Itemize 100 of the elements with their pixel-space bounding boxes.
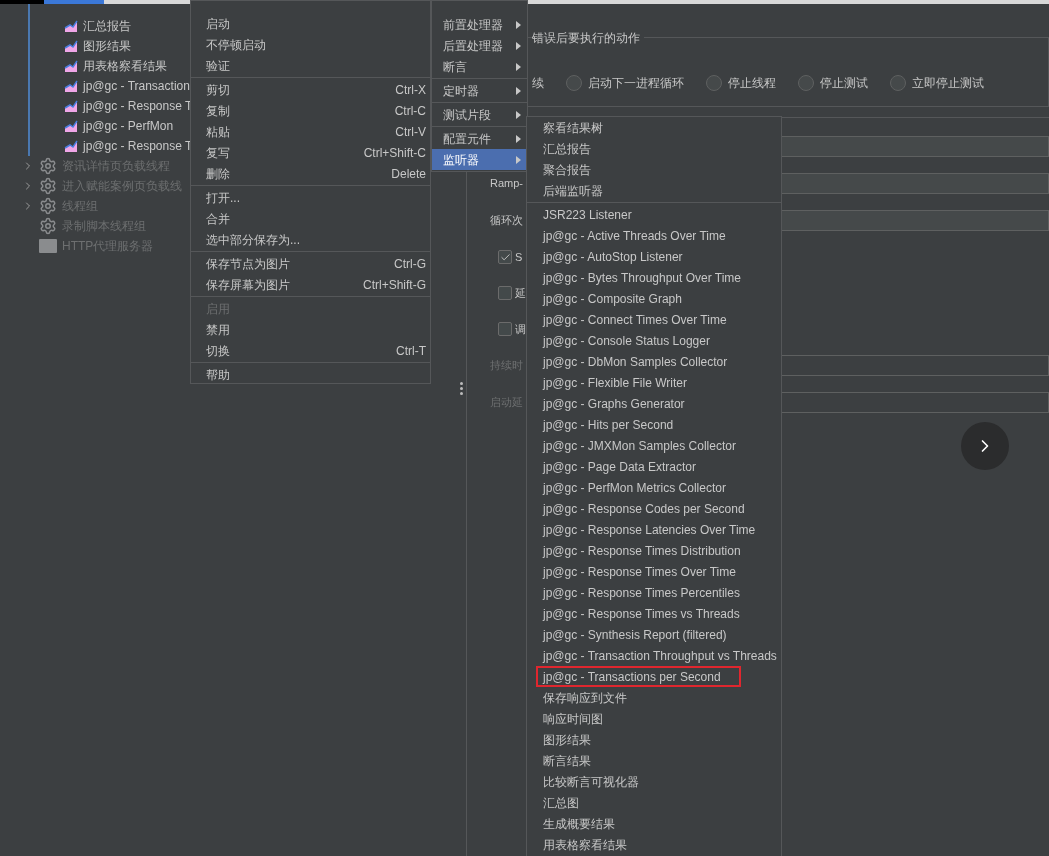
chart-icon — [64, 19, 78, 33]
checkbox-label: S — [515, 249, 523, 265]
gear-icon — [39, 217, 57, 235]
menu-item[interactable]: JSR223 Listener — [536, 204, 639, 225]
menu-item[interactable]: jp@gc - Bytes Throughput Over Time — [536, 267, 749, 288]
menu-item[interactable]: jp@gc - Console Status Logger — [536, 330, 717, 351]
menu-item[interactable]: 聚合报告 — [536, 159, 598, 180]
chart-icon — [64, 59, 78, 73]
menu-item[interactable]: 保存响应到文件 — [536, 687, 634, 708]
menu-item[interactable]: 粘贴 Ctrl-V — [191, 121, 430, 142]
submenu-item[interactable]: 测试片段 — [432, 104, 527, 125]
submenu-arrow-icon — [516, 110, 521, 119]
menu-item[interactable]: jp@gc - Transaction Throughput vs Threads — [536, 645, 784, 666]
menu-item[interactable]: jp@gc - Hits per Second — [536, 414, 681, 435]
menu-item[interactable]: 打开... — [191, 187, 430, 208]
menu-item[interactable]: 切换 Ctrl-T — [191, 340, 430, 361]
menu-item[interactable]: 用表格察看结果 — [536, 834, 634, 855]
menu-item[interactable]: 合并 — [191, 208, 430, 229]
panel-legend: 错误后要执行的动作 — [532, 29, 644, 47]
menu-item[interactable]: 断言结果 — [536, 750, 598, 771]
menu-item[interactable]: 复写 Ctrl+Shift-C — [191, 142, 430, 163]
gear-icon — [39, 177, 57, 195]
menu-item[interactable]: jp@gc - Response Times Over Time — [536, 561, 743, 582]
checkbox[interactable] — [498, 250, 512, 264]
menu-item[interactable]: 删除 Delete — [191, 163, 430, 184]
menu-item[interactable]: jp@gc - Page Data Extractor — [536, 456, 703, 477]
menu-item[interactable]: jp@gc - Active Threads Over Time — [536, 225, 733, 246]
menu-item[interactable]: 复制 Ctrl-C — [191, 100, 430, 121]
checkbox-label: 调 — [515, 321, 526, 337]
radio-label: 停止测试 — [820, 75, 868, 92]
gear-icon — [39, 157, 57, 175]
submenu-arrow-icon — [516, 134, 521, 143]
menu-item[interactable]: 保存节点为图片 Ctrl-G — [191, 253, 430, 274]
menu-item[interactable]: jp@gc - Response Codes per Second — [536, 498, 752, 519]
radio-button[interactable] — [566, 75, 582, 91]
tree-item[interactable]: jp@gc - Transaction — [83, 77, 190, 95]
radio-label: 停止线程 — [728, 75, 776, 92]
submenu-item[interactable]: 断言 — [432, 56, 527, 77]
chart-icon — [64, 99, 78, 113]
chart-icon — [64, 119, 78, 133]
menu-item[interactable]: jp@gc - Synthesis Report (filtered) — [536, 624, 734, 645]
checkbox[interactable] — [498, 322, 512, 336]
menu-item[interactable]: 保存屏幕为图片 Ctrl+Shift-G — [191, 274, 430, 295]
menu-item[interactable]: jp@gc - Composite Graph — [536, 288, 689, 309]
splitter-handle-icon[interactable] — [459, 382, 463, 395]
menu-item[interactable]: 察看结果树 — [536, 117, 610, 138]
menu-item[interactable]: 后端监听器 — [536, 180, 610, 201]
radio-label: 立即停止测试 — [912, 75, 984, 92]
menu-item[interactable]: jp@gc - Response Times Percentiles — [536, 582, 747, 603]
menu-item[interactable]: jp@gc - Transactions per Second — [536, 666, 741, 687]
chart-icon — [64, 39, 78, 53]
submenu-item[interactable]: 配置元件 — [432, 128, 527, 149]
field-label: 循环次 — [490, 213, 523, 229]
submenu-arrow-icon — [516, 155, 521, 164]
radio-label: 启动下一进程循环 — [588, 75, 684, 92]
menu-item[interactable]: jp@gc - Connect Times Over Time — [536, 309, 734, 330]
tree-item[interactable]: jp@gc - PerfMon — [83, 117, 174, 135]
tree-item[interactable]: 汇总报告 — [83, 17, 131, 35]
menu-item[interactable]: 剪切 Ctrl-X — [191, 79, 430, 100]
menu-item[interactable]: 验证 — [191, 55, 430, 76]
menu-item[interactable]: jp@gc - Flexible File Writer — [536, 372, 694, 393]
menu-item[interactable]: jp@gc - Response Times Distribution — [536, 540, 748, 561]
menu-item[interactable]: 启动 — [191, 13, 430, 34]
menu-item[interactable]: jp@gc - JMXMon Samples Collector — [536, 435, 743, 456]
menu-item[interactable]: jp@gc - AutoStop Listener — [536, 246, 690, 267]
menu-item[interactable]: 汇总图 — [536, 792, 586, 813]
submenu-item[interactable]: 后置处理器 — [432, 35, 527, 56]
submenu-arrow-icon — [516, 62, 521, 71]
menu-item[interactable]: jp@gc - Response Latencies Over Time — [536, 519, 763, 540]
submenu-item[interactable]: 前置处理器 — [432, 14, 527, 35]
menu-item[interactable]: jp@gc - Response Times vs Threads — [536, 603, 747, 624]
menu-item[interactable]: jp@gc - PerfMon Metrics Collector — [536, 477, 733, 498]
checkbox-label: 延 — [515, 285, 526, 301]
radio-button[interactable] — [798, 75, 814, 91]
menu-item[interactable]: 不停顿启动 — [191, 34, 430, 55]
menu-item[interactable]: 图形结果 — [536, 729, 598, 750]
menu-item[interactable]: jp@gc - DbMon Samples Collector — [536, 351, 735, 372]
field-label: Ramp- — [490, 176, 523, 192]
submenu-arrow-icon — [516, 20, 521, 29]
tree-item[interactable]: 用表格察看结果 — [83, 57, 167, 75]
submenu-arrow-icon — [516, 41, 521, 50]
chart-icon — [64, 79, 78, 93]
menu-item[interactable]: 禁用 — [191, 319, 430, 340]
server-icon — [39, 239, 57, 253]
menu-item[interactable]: 比较断言可视化器 — [536, 771, 646, 792]
menu-item[interactable]: jp@gc - Graphs Generator — [536, 393, 692, 414]
submenu-item[interactable]: 监听器 — [432, 149, 527, 170]
menu-item[interactable]: 帮助 — [191, 364, 430, 385]
menu-item[interactable]: 响应时间图 — [536, 708, 610, 729]
radio-button[interactable] — [706, 75, 722, 91]
radio-button[interactable] — [890, 75, 906, 91]
next-button[interactable] — [961, 422, 1009, 470]
menu-item[interactable]: 生成概要结果 — [536, 813, 622, 834]
tree-item[interactable]: 图形结果 — [83, 37, 131, 55]
checkbox[interactable] — [498, 286, 512, 300]
submenu-item[interactable]: 定时器 — [432, 80, 527, 101]
menu-item[interactable]: 汇总报告 — [536, 138, 598, 159]
submenu-arrow-icon — [516, 86, 521, 95]
radio-label: 续 — [532, 75, 544, 92]
menu-item[interactable]: 选中部分保存为... — [191, 229, 430, 250]
